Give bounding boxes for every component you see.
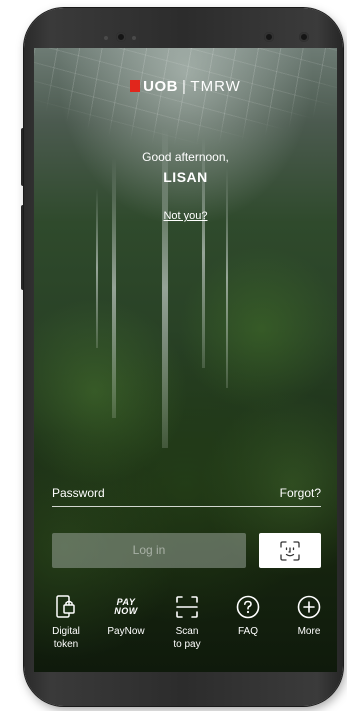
scan-to-pay-button[interactable]: Scan to pay bbox=[157, 593, 217, 651]
waterfall bbox=[112, 158, 116, 418]
paynow-button[interactable]: PAY NOW PayNow bbox=[96, 593, 156, 638]
logo-separator: | bbox=[182, 78, 187, 95]
paynow-icon-text: NOW bbox=[114, 606, 138, 616]
uob-logo-mark bbox=[130, 80, 141, 92]
quick-action-label: More bbox=[297, 626, 321, 637]
face-id-icon bbox=[280, 541, 300, 561]
quick-action-label: to pay bbox=[173, 639, 201, 650]
logo-uob-text: UOB bbox=[143, 78, 179, 95]
faq-button[interactable]: FAQ bbox=[218, 593, 278, 638]
digital-token-button[interactable]: Digital token bbox=[36, 593, 96, 651]
waterfall bbox=[226, 168, 228, 388]
more-icon bbox=[297, 595, 321, 619]
user-name: LISAN bbox=[163, 169, 208, 185]
password-field[interactable]: Password Forgot? bbox=[52, 486, 321, 507]
quick-action-label: token bbox=[53, 639, 79, 650]
greeting-text: Good afternoon, bbox=[142, 150, 229, 164]
password-label: Password bbox=[52, 486, 105, 500]
face-id-button[interactable] bbox=[259, 533, 321, 568]
scan-icon bbox=[176, 596, 198, 618]
quick-actions-bar: Digital token PAY NOW PayNow Scan to pay… bbox=[34, 593, 337, 663]
quick-action-label: FAQ bbox=[237, 626, 258, 637]
quick-action-label: PayNow bbox=[107, 626, 145, 637]
paynow-icon: PAY NOW bbox=[96, 593, 156, 621]
uob-tmrw-logo: UOB | TMRW bbox=[34, 78, 337, 95]
quick-action-label: Digital bbox=[52, 626, 80, 637]
forgot-password-link[interactable]: Forgot? bbox=[280, 486, 321, 500]
more-button[interactable]: More bbox=[279, 593, 337, 638]
digital-token-icon bbox=[56, 595, 75, 618]
dome-structure bbox=[34, 48, 337, 188]
faq-icon bbox=[236, 595, 260, 619]
front-camera bbox=[116, 32, 126, 42]
sensor bbox=[264, 32, 274, 42]
quick-action-label: Scan bbox=[175, 626, 199, 637]
sensor bbox=[299, 32, 309, 42]
logo-tmrw-text: TMRW bbox=[190, 78, 241, 95]
not-you-container: Not you? bbox=[34, 206, 337, 224]
login-button[interactable]: Log in bbox=[52, 533, 246, 568]
app-screen: UOB | TMRW Good afternoon, LISAN Not you? … bbox=[34, 48, 337, 672]
not-you-link[interactable]: Not you? bbox=[163, 210, 207, 222]
